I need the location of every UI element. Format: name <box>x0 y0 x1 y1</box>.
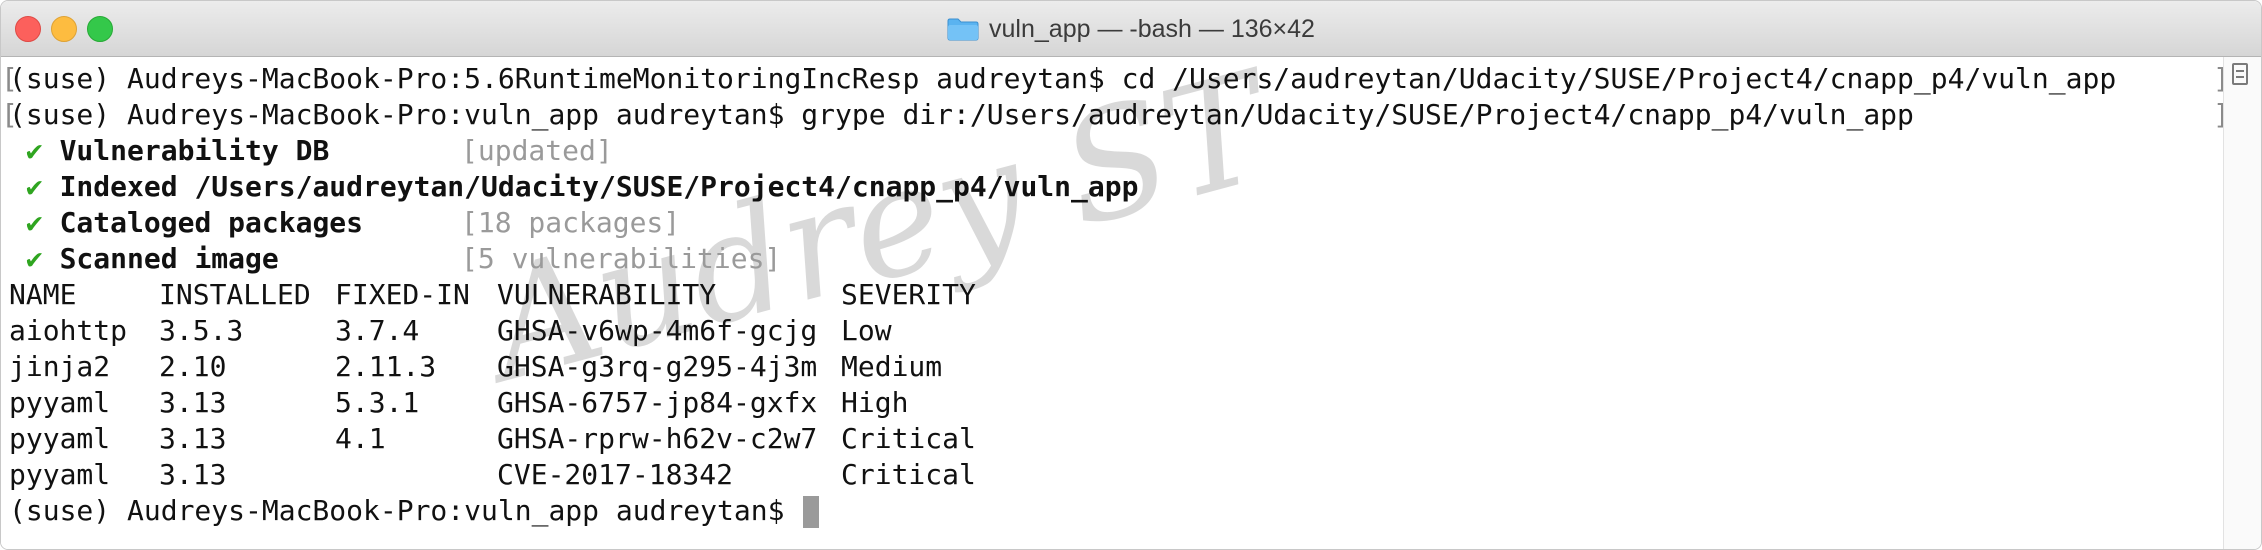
shell-prompt: (suse) Audreys-MacBook-Pro:vuln_app audr… <box>9 494 802 527</box>
terminal-window: vuln_app — -bash — 136×42 Audrey ST [ (s… <box>0 0 2262 550</box>
step-cataloged-packages: ✔ Cataloged packages [18 packages] <box>9 205 680 241</box>
check-icon: ✔ <box>25 170 43 203</box>
header-installed: INSTALLED <box>159 278 311 311</box>
table-header: NAME INSTALLED FIXED-IN VULNERABILITY SE… <box>9 277 976 313</box>
cell-installed: 3.13 <box>159 386 227 419</box>
command-line-grype: (suse) Audreys-MacBook-Pro:vuln_app audr… <box>9 98 1914 131</box>
cell-vulnerability: GHSA-rprw-h62v-c2w7 <box>497 422 818 455</box>
cell-vulnerability: GHSA-6757-jp84-gxfx <box>497 386 818 419</box>
terminal-content[interactable]: Audrey ST [ (suse) Audreys-MacBook-Pro:5… <box>1 41 2230 549</box>
cell-vulnerability: GHSA-g3rq-g295-4j3m <box>497 350 818 383</box>
step-scanned-image: ✔ Scanned image [5 vulnerabilities] <box>9 241 781 277</box>
step-label: Vulnerability DB <box>59 134 330 167</box>
scrollbar[interactable] <box>2223 57 2261 549</box>
cell-installed: 3.13 <box>159 422 227 455</box>
table-row: pyyaml 3.13 5.3.1 GHSA-6757-jp84-gxfx Hi… <box>9 385 908 421</box>
cell-fixed-in: 4.1 <box>335 422 386 455</box>
window-title: vuln_app — -bash — 136×42 <box>989 14 1315 43</box>
step-status: [5 vulnerabilities] <box>461 242 782 275</box>
header-fixed-in: FIXED-IN <box>335 278 470 311</box>
cell-installed: 2.10 <box>159 350 227 383</box>
window-title-wrap: vuln_app — -bash — 136×42 <box>1 1 2261 57</box>
cell-severity: Medium <box>841 350 943 383</box>
cell-severity: Critical <box>841 458 976 491</box>
cell-fixed-in: 2.11.3 <box>335 350 437 383</box>
check-icon: ✔ <box>25 134 43 167</box>
cell-fixed-in: 5.3.1 <box>335 386 420 419</box>
cell-installed: 3.5.3 <box>159 314 244 347</box>
text-cursor <box>803 496 820 528</box>
title-bar[interactable]: vuln_app — -bash — 136×42 <box>1 1 2261 57</box>
check-icon: ✔ <box>25 206 43 239</box>
cell-vulnerability: GHSA-v6wp-4m6f-gcjg <box>497 314 818 347</box>
table-row: aiohttp 3.5.3 3.7.4 GHSA-v6wp-4m6f-gcjg … <box>9 313 892 349</box>
header-severity: SEVERITY <box>841 278 976 311</box>
header-name: NAME <box>9 278 77 311</box>
scroll-marker-icon[interactable] <box>2232 63 2248 85</box>
command-line-cd: (suse) Audreys-MacBook-Pro:5.6RuntimeMon… <box>9 62 2117 95</box>
cell-name: pyyaml <box>9 422 111 455</box>
step-label: Scanned image <box>59 242 279 275</box>
cell-severity: Low <box>841 314 892 347</box>
step-vulnerability-db: ✔ Vulnerability DB [updated] <box>9 133 613 169</box>
cell-name: pyyaml <box>9 386 111 419</box>
cell-fixed-in: 3.7.4 <box>335 314 420 347</box>
cell-name: aiohttp <box>9 314 128 347</box>
check-icon: ✔ <box>25 242 43 275</box>
cell-installed: 3.13 <box>159 458 227 491</box>
step-label: Indexed /Users/audreytan/Udacity/SUSE/Pr… <box>59 170 1139 203</box>
cell-vulnerability: CVE-2017-18342 <box>497 458 734 491</box>
table-row: jinja2 2.10 2.11.3 GHSA-g3rq-g295-4j3m M… <box>9 349 942 385</box>
cell-severity: Critical <box>841 422 976 455</box>
cell-name: jinja2 <box>9 350 111 383</box>
table-row: pyyaml 3.13 4.1 GHSA-rprw-h62v-c2w7 Crit… <box>9 421 976 457</box>
step-label: Cataloged packages <box>59 206 364 239</box>
folder-icon <box>947 17 979 41</box>
step-indexed: ✔ Indexed /Users/audreytan/Udacity/SUSE/… <box>9 169 1139 205</box>
prompt-line[interactable]: (suse) Audreys-MacBook-Pro:vuln_app audr… <box>9 493 820 529</box>
cell-name: pyyaml <box>9 458 111 491</box>
table-row: pyyaml 3.13 CVE-2017-18342 Critical <box>9 457 976 493</box>
header-vulnerability: VULNERABILITY <box>497 278 717 311</box>
cell-severity: High <box>841 386 909 419</box>
step-status: [18 packages] <box>461 206 681 239</box>
step-status: [updated] <box>461 134 613 167</box>
